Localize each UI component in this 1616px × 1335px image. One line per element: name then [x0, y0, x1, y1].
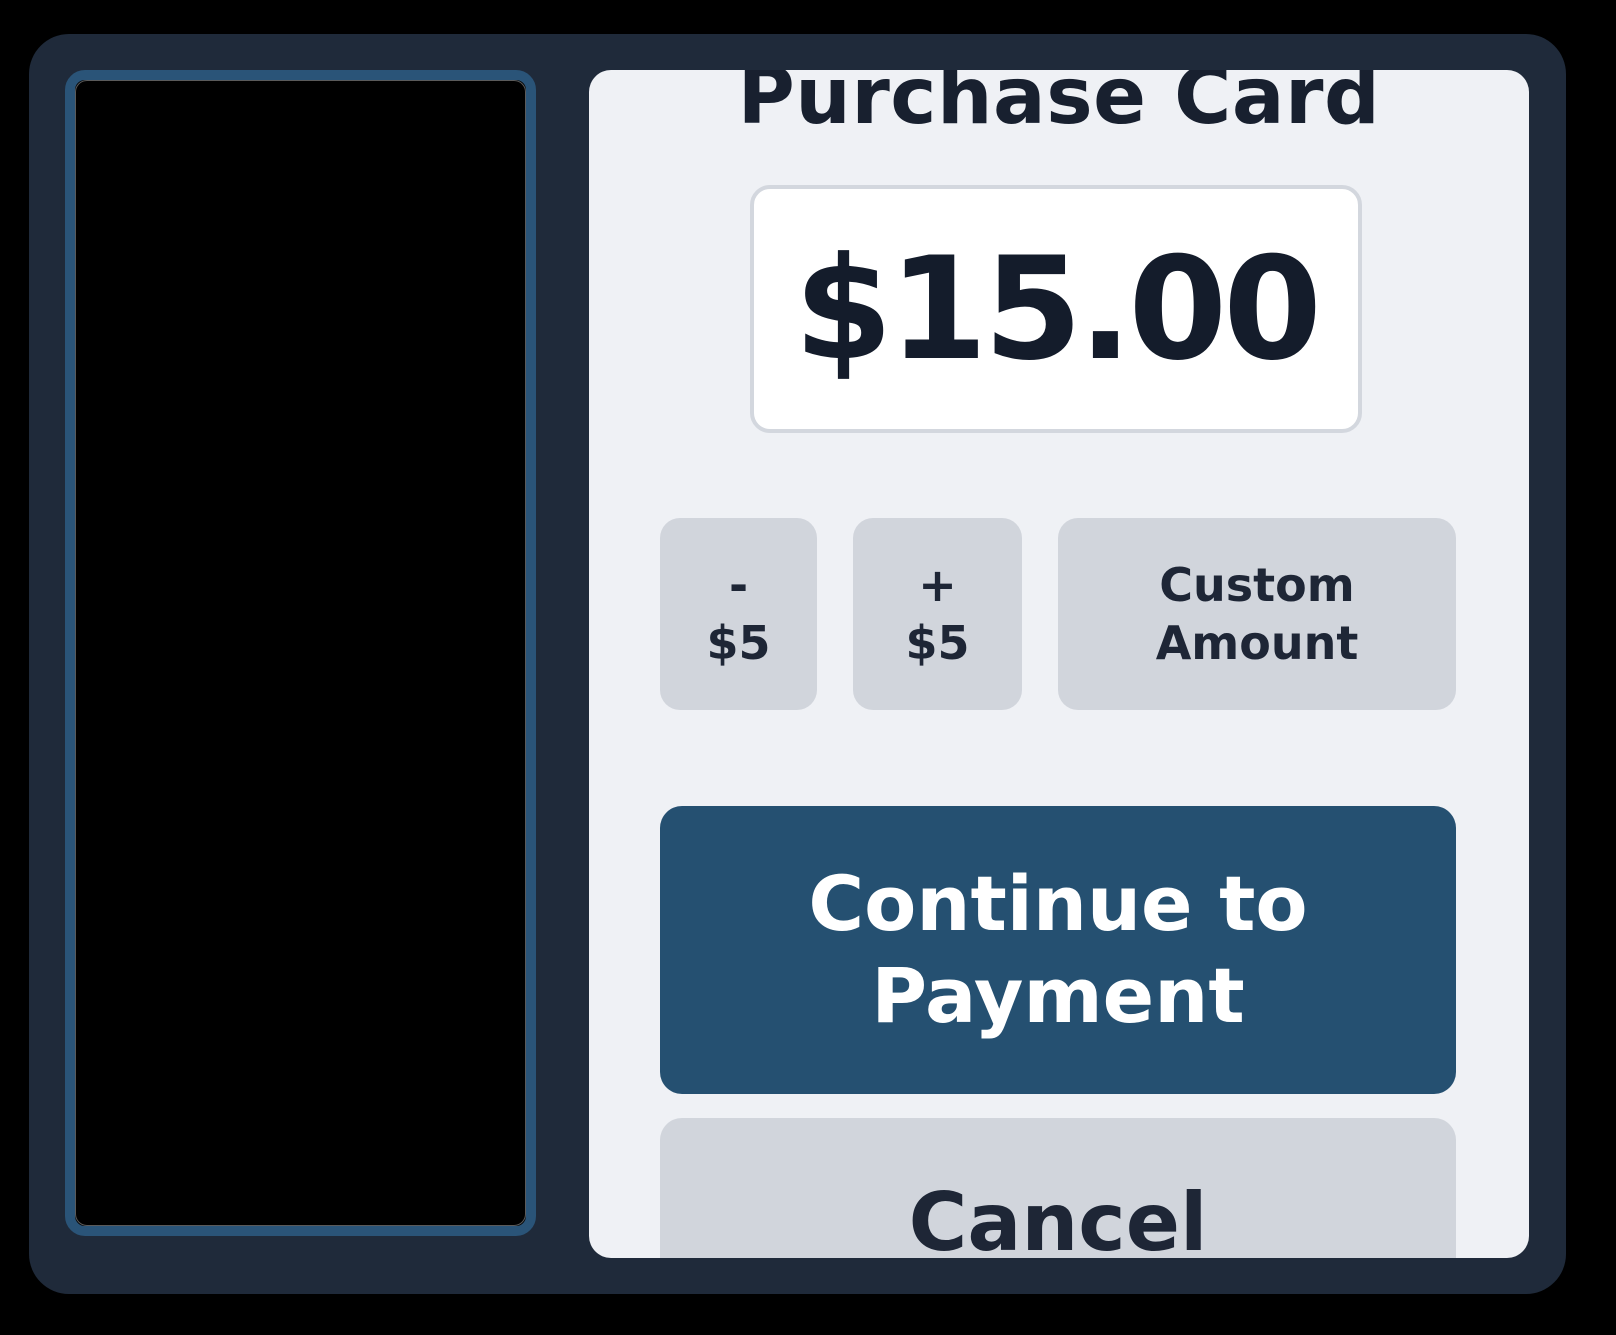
continue-label-line2: Payment: [871, 951, 1245, 1040]
custom-label-line2: Amount: [1155, 616, 1359, 670]
decrease-5-button[interactable]: - $5: [660, 518, 817, 710]
increase-5-button[interactable]: + $5: [853, 518, 1022, 710]
cancel-label: Cancel: [908, 1176, 1208, 1258]
increase-symbol: +: [918, 558, 957, 612]
page-title: Purchase Card: [737, 70, 1381, 142]
cancel-button[interactable]: Cancel: [660, 1118, 1456, 1258]
kiosk-frame: Purchase Card $15.00 - $5 + $5 Custom Am…: [29, 34, 1566, 1294]
custom-amount-button[interactable]: Custom Amount: [1058, 518, 1456, 710]
purchase-panel: Purchase Card $15.00 - $5 + $5 Custom Am…: [589, 70, 1529, 1258]
amount-value: $15.00: [794, 226, 1322, 392]
decrease-symbol: -: [728, 558, 749, 612]
decrease-amount: $5: [706, 616, 771, 670]
increase-amount: $5: [905, 616, 970, 670]
custom-label-line1: Custom: [1159, 558, 1355, 612]
card-preview-screen: [75, 80, 526, 1226]
continue-label-line1: Continue to: [808, 859, 1308, 948]
amount-display: $15.00: [750, 185, 1362, 433]
card-preview: [65, 70, 536, 1236]
continue-to-payment-button[interactable]: Continue to Payment: [660, 806, 1456, 1094]
